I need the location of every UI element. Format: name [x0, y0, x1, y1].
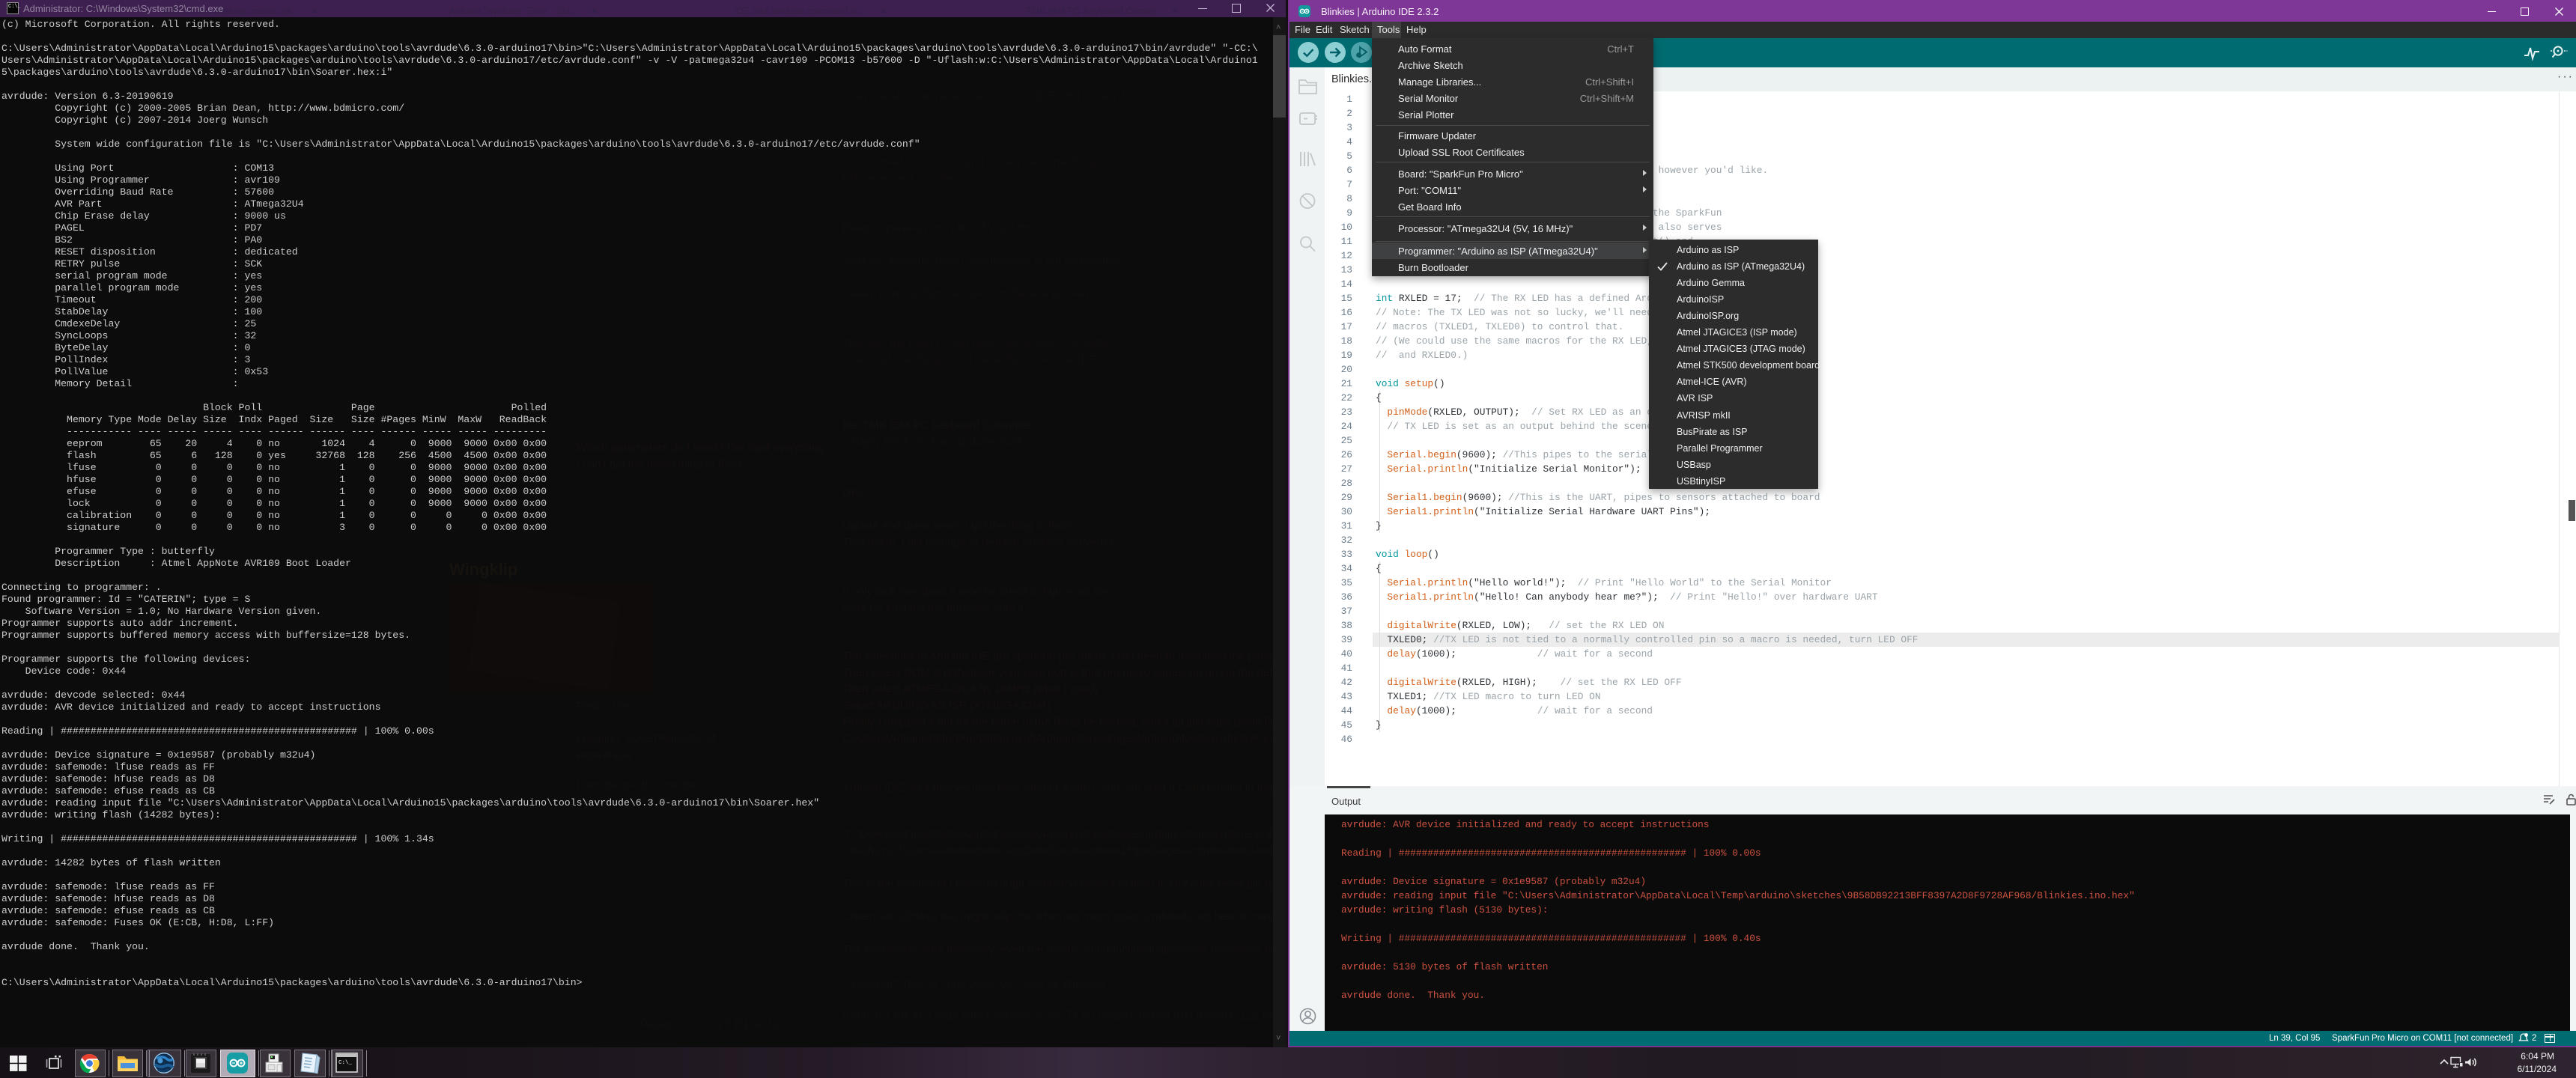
svg-text:C:\_: C:\_	[338, 1060, 353, 1066]
